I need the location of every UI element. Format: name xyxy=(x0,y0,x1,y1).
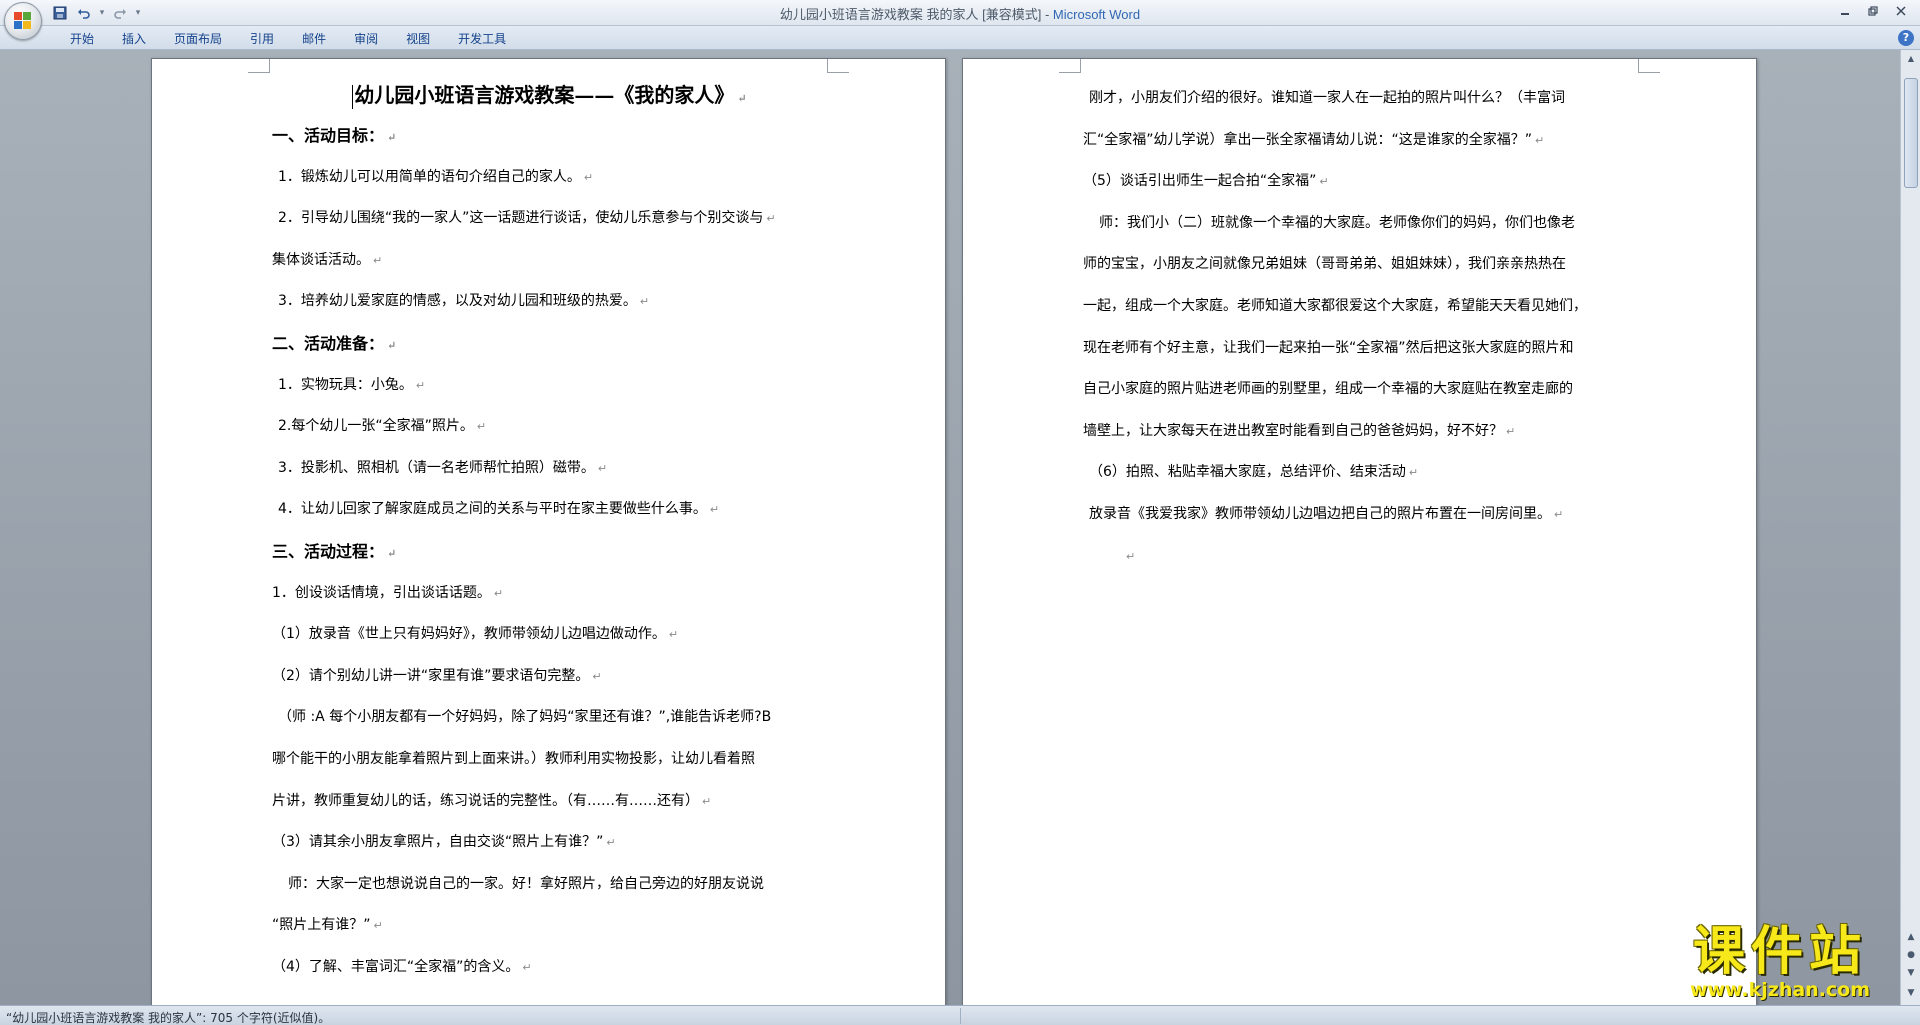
empty-paragraph: ↵ xyxy=(1126,549,1136,563)
paragraph: 2．引导幼儿围绕“我的一家人”这一话题进行谈话，使幼儿乐意参与个别交谈与 ↵ xyxy=(278,210,776,227)
paragraph: 2.每个幼儿一张“全家福”照片。 ↵ xyxy=(278,418,487,435)
section-heading: 三、活动过程： ↵ xyxy=(272,541,397,561)
paragraph: （4）了解、丰富词汇“全家福”的含义。 ↵ xyxy=(272,958,532,975)
scrollbar-thumb[interactable] xyxy=(1904,78,1918,188)
document-area: 幼儿园小班语言游戏教案——《我的家人》 ↵ 一、活动目标： ↵ 1．锻炼幼儿可以用简… xyxy=(0,50,1900,1005)
tab-home[interactable]: 开始 xyxy=(56,30,108,48)
page-2: 刚才，小朋友们介绍的很好。谁知道一家人在一起拍的照片叫什么？（丰富词 汇“全家福… xyxy=(962,58,1757,1005)
scroll-up-icon[interactable]: ▲ xyxy=(1901,50,1920,66)
paragraph: 自己小家庭的照片贴进老师画的别墅里，组成一个幸福的大家庭贴在教室走廊的 xyxy=(1083,381,1573,398)
section-heading: 二、活动准备： ↵ xyxy=(272,333,397,353)
paragraph: 1．实物玩具：小兔。 ↵ xyxy=(278,376,426,393)
paragraph: 集体谈话活动。 ↵ xyxy=(272,251,383,268)
tab-developer[interactable]: 开发工具 xyxy=(444,30,520,48)
scroll-down-icon[interactable]: ▼ xyxy=(1904,986,1918,1000)
ribbon-tabs: 开始 插入 页面布局 引用 邮件 审阅 视图 开发工具 xyxy=(56,30,520,48)
paragraph: 哪个能干的小朋友能拿着照片到上面来讲。）教师利用实物投影，让幼儿看着照 xyxy=(272,750,755,767)
crop-mark xyxy=(248,59,270,73)
minimize-icon[interactable] xyxy=(1832,2,1858,20)
paragraph: 3．培养幼儿爱家庭的情感，以及对幼儿园和班级的热爱。 ↵ xyxy=(278,293,650,310)
office-button[interactable] xyxy=(4,2,42,40)
tab-review[interactable]: 审阅 xyxy=(340,30,392,48)
paragraph: 1．锻炼幼儿可以用简单的语句介绍自己的家人。 ↵ xyxy=(278,168,594,185)
paragraph: （3）请其余小朋友拿照片，自由交谈“照片上有谁？” ↵ xyxy=(272,834,616,851)
paragraph: （师 :A 每个小朋友都有一个好妈妈，除了妈妈“家里还有谁？”,谁能告诉老师?B xyxy=(278,709,772,726)
crop-mark xyxy=(1059,59,1081,73)
paragraph-mark: ↵ xyxy=(737,92,747,105)
status-bar: “幼儿园小班语言游戏教案 我的家人”: 705 个字符(近似值)。 xyxy=(0,1005,1920,1025)
previous-page-icon[interactable]: ▲ xyxy=(1904,930,1918,944)
document-heading-text: 幼儿园小班语言游戏教案——《我的家人》 xyxy=(354,83,735,107)
ribbon-tab-bar: 开始 插入 页面布局 引用 邮件 审阅 视图 开发工具 ? xyxy=(0,26,1920,50)
watermark-url: www.kjzhan.com xyxy=(1689,979,1871,1001)
watermark-brand: 课件站 xyxy=(1692,922,1867,982)
document-heading: 幼儿园小班语言游戏教案——《我的家人》 ↵ xyxy=(272,75,827,115)
paragraph: 师：我们小（二）班就像一个幸福的大家庭。老师像你们的妈妈，你们也像老 xyxy=(1099,214,1575,231)
page-1: 幼儿园小班语言游戏教案——《我的家人》 ↵ 一、活动目标： ↵ 1．锻炼幼儿可以用简… xyxy=(151,58,946,1005)
app-name: Microsoft Word xyxy=(1052,7,1141,22)
next-page-icon[interactable]: ▼ xyxy=(1904,966,1918,980)
paragraph: 现在老师有个好主意，让我们一起来拍一张“全家福”然后把这张大家庭的照片和 xyxy=(1083,339,1574,356)
close-icon[interactable] xyxy=(1888,2,1914,20)
office-logo-icon xyxy=(14,12,32,30)
paragraph: 4．让幼儿回家了解家庭成员之间的关系与平时在家主要做些什么事。 ↵ xyxy=(278,501,720,518)
tab-view[interactable]: 视图 xyxy=(392,30,444,48)
status-divider xyxy=(960,1008,961,1024)
window-controls xyxy=(1832,2,1914,20)
paragraph: 1．创设谈话情境，引出谈话话题。 ↵ xyxy=(272,584,504,601)
vertical-scrollbar[interactable]: ▲ ▲ ● ▼ ▼ xyxy=(1900,50,1920,1005)
tab-references[interactable]: 引用 xyxy=(236,30,288,48)
section-heading: 一、活动目标： ↵ xyxy=(272,126,397,145)
tab-insert[interactable]: 插入 xyxy=(108,30,160,48)
paragraph: 师的宝宝，小朋友之间就像兄弟姐妹（哥哥弟弟、姐姐妹妹），我们亲亲热热在 xyxy=(1083,256,1566,273)
document-title: 幼儿园小班语言游戏教案 我的家人 [兼容模式] xyxy=(779,7,1042,22)
crop-mark xyxy=(1638,59,1660,73)
paragraph: 汇“全家福”幼儿学说）拿出一张全家福请幼儿说：“这是谁家的全家福？” ↵ xyxy=(1083,131,1545,148)
crop-mark xyxy=(827,59,849,73)
help-icon[interactable]: ? xyxy=(1898,30,1914,46)
paragraph: 墙壁上，让大家每天在进出教室时能看到自己的爸爸妈妈，好不好？ ↵ xyxy=(1083,422,1516,439)
select-browse-object-icon[interactable]: ● xyxy=(1904,948,1918,962)
tab-mailings[interactable]: 邮件 xyxy=(288,30,340,48)
status-word-count[interactable]: “幼儿园小班语言游戏教案 我的家人”: 705 个字符(近似值)。 xyxy=(6,1009,330,1025)
title-bar: ▾ ▾ 幼儿园小班语言游戏教案 我的家人 [兼容模式] - Microsoft … xyxy=(0,0,1920,26)
paragraph: （6）拍照、粘贴幸福大家庭，总结评价、结束活动 ↵ xyxy=(1089,464,1419,481)
paragraph: （1）放录音《世上只有妈妈好》，教师带领幼儿边唱边做动作。 ↵ xyxy=(272,626,679,643)
paragraph: 刚才，小朋友们介绍的很好。谁知道一家人在一起拍的照片叫什么？（丰富词 xyxy=(1089,90,1565,106)
window-title: 幼儿园小班语言游戏教案 我的家人 [兼容模式] - Microsoft Word xyxy=(0,4,1920,23)
paragraph: “照片上有谁？” ↵ xyxy=(272,917,383,934)
paragraph: （5）谈话引出师生一起合拍“全家福” ↵ xyxy=(1083,173,1329,190)
paragraph: 片讲，教师重复幼儿的话，练习说话的完整性。（有……有……还有） ↵ xyxy=(272,792,712,809)
paragraph: 3．投影机、照相机（请一名老师帮忙拍照）磁带。 ↵ xyxy=(278,459,608,476)
title-separator: - xyxy=(1041,7,1053,22)
page-1-content[interactable]: 幼儿园小班语言游戏教案——《我的家人》 ↵ 一、活动目标： ↵ 1．锻炼幼儿可以用简… xyxy=(272,75,827,988)
watermark-logo: 课件站 www.kjzhan.com xyxy=(1660,925,1900,1003)
page-2-content[interactable]: 刚才，小朋友们介绍的很好。谁知道一家人在一起拍的照片叫什么？（丰富词 汇“全家福… xyxy=(1083,78,1638,577)
restore-icon[interactable] xyxy=(1860,2,1886,20)
paragraph: 放录音《我爱我家》教师带领幼儿边唱边把自己的照片布置在一间房间里。 ↵ xyxy=(1089,505,1564,522)
paragraph: 师：大家一定也想说说自己的一家。好！拿好照片，给自己旁边的好朋友说说 xyxy=(288,875,764,892)
paragraph: 一起，组成一个大家庭。老师知道大家都很爱这个大家庭，希望能天天看见她们， xyxy=(1083,297,1587,314)
tab-page-layout[interactable]: 页面布局 xyxy=(160,30,236,48)
paragraph: （2）请个别幼儿讲一讲“家里有谁”要求语句完整。 ↵ xyxy=(272,667,602,684)
